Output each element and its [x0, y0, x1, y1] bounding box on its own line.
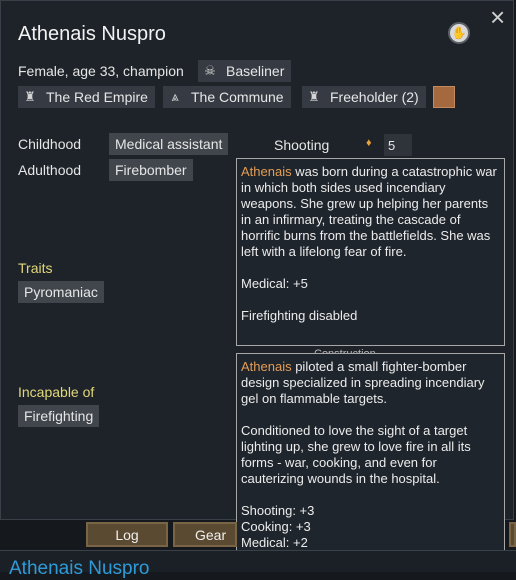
colonist-description: Female, age 33, champion [18, 63, 184, 79]
tooltip-body: Athenais was born during a catastrophic … [241, 164, 500, 260]
colonist-name: Athenais Nuspro [18, 23, 166, 45]
adulthood-backstory[interactable]: Firebomber [109, 159, 193, 181]
incapable-firefighting[interactable]: Firefighting [18, 405, 100, 427]
faction-badge-commune[interactable]: ⩓ The Commune [163, 86, 291, 108]
faction-label: The Red Empire [46, 89, 148, 105]
xenotype-label: Baseliner [226, 63, 285, 79]
childhood-tooltip: Athenais was born during a catastrophic … [236, 158, 505, 346]
tab-edge[interactable] [509, 522, 516, 547]
skill-shooting-label: Shooting [274, 137, 330, 153]
faction-label: Freeholder (2) [330, 89, 419, 105]
traits-header: Traits [18, 260, 53, 276]
chevron-icon: ⩓ [171, 89, 179, 104]
faction-badge-red-empire[interactable]: ♜ The Red Empire [18, 86, 155, 108]
tooltip-skill-line: Medical: +5 [241, 276, 308, 291]
tooltip-disabled-line: Firefighting disabled [241, 308, 358, 323]
trait-pyromaniac[interactable]: Pyromaniac [18, 281, 104, 303]
incapable-header: Incapable of [18, 384, 95, 400]
tab-log[interactable]: Log [86, 522, 168, 547]
faction-badge-freeholder[interactable]: ♜ Freeholder (2) [302, 86, 426, 108]
favorite-color-swatch[interactable] [433, 86, 455, 108]
skull-icon: ☠ [204, 63, 216, 78]
tooltip-name: Athenais [241, 164, 292, 179]
close-icon[interactable]: × [490, 4, 505, 30]
adulthood-tooltip: Athenais piloted a small fighter-bomber … [236, 353, 505, 558]
xenotype-badge[interactable]: ☠ Baseliner [198, 60, 292, 82]
childhood-label: Childhood [18, 136, 82, 152]
faction-label: The Commune [191, 89, 284, 105]
tower-icon: ♜ [308, 89, 320, 104]
tooltip-text-2: Conditioned to love the sight of a targe… [241, 423, 471, 486]
ideology-icon[interactable]: ✋ [448, 22, 470, 44]
tooltip-skill-line: Cooking: +3 [241, 519, 311, 534]
tower-icon: ♜ [24, 89, 36, 104]
tooltip-skill-line: Shooting: +3 [241, 503, 315, 518]
adulthood-label: Adulthood [18, 162, 82, 178]
tab-gear[interactable]: Gear [173, 522, 237, 547]
tooltip-name: Athenais [241, 359, 292, 374]
flame-icon: ♦ [366, 137, 372, 149]
skill-shooting-value: 5 [384, 134, 412, 156]
tooltip-skill-line: Medical: +2 [241, 535, 308, 550]
childhood-backstory[interactable]: Medical assistant [109, 133, 229, 155]
inspect-pane-name: Athenais Nuspro [9, 558, 150, 579]
tooltip-body: Athenais piloted a small fighter-bomber … [241, 359, 500, 407]
